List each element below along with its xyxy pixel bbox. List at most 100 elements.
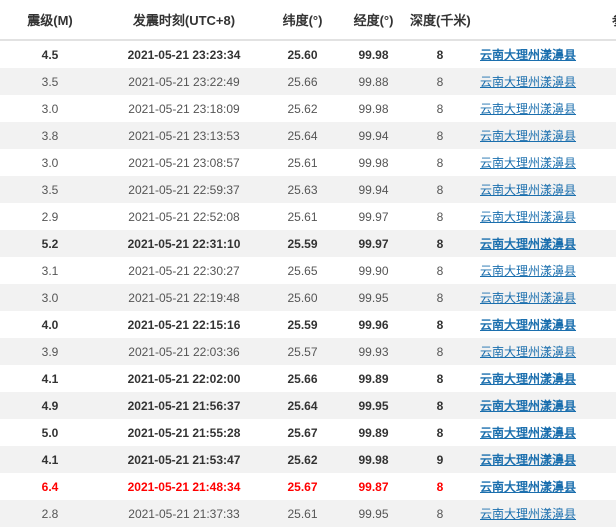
cell-latitude: 25.66 (268, 365, 337, 392)
location-link[interactable]: 云南大理州漾濞县 (480, 264, 576, 278)
cell-magnitude: 3.0 (0, 149, 100, 176)
cell-longitude: 99.89 (337, 365, 410, 392)
cell-location: 云南大理州漾濞县 (470, 284, 594, 311)
cell-location: 云南大理州漾濞县 (470, 68, 594, 95)
cell-longitude: 99.98 (337, 95, 410, 122)
cell-latitude: 25.64 (268, 392, 337, 419)
cell-latitude: 25.66 (268, 68, 337, 95)
table-row: 3.5 2021-05-21 22:59:37 25.63 99.94 8 云南大理州漾濞… (0, 176, 616, 203)
location-link[interactable]: 云南大理州漾濞县 (480, 372, 576, 386)
cell-longitude: 99.93 (337, 338, 410, 365)
cell-time: 2021-05-21 21:48:34 (100, 473, 268, 500)
location-link[interactable]: 云南大理州漾濞县 (480, 291, 576, 305)
cell-latitude: 25.61 (268, 203, 337, 230)
cell-latitude: 25.64 (268, 122, 337, 149)
cell-time: 2021-05-21 23:13:53 (100, 122, 268, 149)
cell-longitude: 99.90 (337, 257, 410, 284)
cell-reference (594, 40, 616, 68)
location-link[interactable]: 云南大理州漾濞县 (480, 507, 576, 521)
cell-time: 2021-05-21 23:22:49 (100, 68, 268, 95)
cell-reference (594, 203, 616, 230)
location-link[interactable]: 云南大理州漾濞县 (480, 183, 576, 197)
cell-magnitude: 5.0 (0, 419, 100, 446)
table-row: 5.0 2021-05-21 21:55:28 25.67 99.89 8 云南大理州漾濞… (0, 419, 616, 446)
header-latitude[interactable]: 纬度(°) (268, 0, 337, 41)
table-row: 3.0 2021-05-21 23:18:09 25.62 99.98 8 云南大理州漾濞… (0, 95, 616, 122)
cell-location: 云南大理州漾濞县 (470, 311, 594, 338)
cell-time: 2021-05-21 22:03:36 (100, 338, 268, 365)
location-link[interactable]: 云南大理州漾濞县 (480, 75, 576, 89)
table-body: 4.5 2021-05-21 23:23:34 25.60 99.98 8 云南大理州漾濞… (0, 40, 616, 527)
cell-longitude: 99.97 (337, 230, 410, 257)
location-link[interactable]: 云南大理州漾濞县 (480, 210, 576, 224)
cell-reference (594, 392, 616, 419)
cell-longitude: 99.88 (337, 68, 410, 95)
cell-longitude: 99.94 (337, 122, 410, 149)
location-link[interactable]: 云南大理州漾濞县 (480, 426, 576, 440)
cell-location: 云南大理州漾濞县 (470, 446, 594, 473)
location-link[interactable]: 云南大理州漾濞县 (480, 453, 576, 467)
cell-magnitude: 4.1 (0, 365, 100, 392)
location-link[interactable]: 云南大理州漾濞县 (480, 345, 576, 359)
header-reference[interactable]: 参考 (594, 0, 616, 41)
cell-reference (594, 419, 616, 446)
cell-depth: 8 (410, 311, 470, 338)
location-link[interactable]: 云南大理州漾濞县 (480, 102, 576, 116)
cell-location: 云南大理州漾濞县 (470, 392, 594, 419)
cell-longitude: 99.98 (337, 40, 410, 68)
cell-location: 云南大理州漾濞县 (470, 230, 594, 257)
header-longitude[interactable]: 经度(°) (337, 0, 410, 41)
location-link[interactable]: 云南大理州漾濞县 (480, 48, 576, 62)
table-row: 2.9 2021-05-21 22:52:08 25.61 99.97 8 云南大理州漾濞… (0, 203, 616, 230)
cell-longitude: 99.97 (337, 203, 410, 230)
location-link[interactable]: 云南大理州漾濞县 (480, 129, 576, 143)
table-row: 4.1 2021-05-21 22:02:00 25.66 99.89 8 云南大理州漾濞… (0, 365, 616, 392)
header-magnitude[interactable]: 震级(M) (0, 0, 100, 41)
table-row: 3.1 2021-05-21 22:30:27 25.65 99.90 8 云南大理州漾濞… (0, 257, 616, 284)
cell-time: 2021-05-21 22:52:08 (100, 203, 268, 230)
cell-latitude: 25.63 (268, 176, 337, 203)
cell-magnitude: 4.0 (0, 311, 100, 338)
cell-reference (594, 95, 616, 122)
location-link[interactable]: 云南大理州漾濞县 (480, 318, 576, 332)
cell-longitude: 99.94 (337, 176, 410, 203)
cell-time: 2021-05-21 23:08:57 (100, 149, 268, 176)
table-header-row: 震级(M) 发震时刻(UTC+8) 纬度(°) 经度(°) 深度(千米) 参考 (0, 0, 616, 41)
location-link[interactable]: 云南大理州漾濞县 (480, 480, 576, 494)
cell-longitude: 99.87 (337, 473, 410, 500)
header-depth[interactable]: 深度(千米) (410, 0, 471, 41)
cell-time: 2021-05-21 22:19:48 (100, 284, 268, 311)
cell-latitude: 25.62 (268, 446, 337, 473)
cell-depth: 8 (410, 284, 470, 311)
cell-time: 2021-05-21 23:23:34 (100, 40, 268, 68)
cell-location: 云南大理州漾濞县 (470, 338, 594, 365)
location-link[interactable]: 云南大理州漾濞县 (480, 237, 576, 251)
cell-longitude: 99.95 (337, 284, 410, 311)
cell-depth: 8 (410, 230, 470, 257)
table-row: 3.8 2021-05-21 23:13:53 25.64 99.94 8 云南大理州漾濞… (0, 122, 616, 149)
cell-time: 2021-05-21 22:30:27 (100, 257, 268, 284)
location-link[interactable]: 云南大理州漾濞县 (480, 399, 576, 413)
cell-reference (594, 284, 616, 311)
cell-time: 2021-05-21 22:59:37 (100, 176, 268, 203)
cell-location: 云南大理州漾濞县 (470, 95, 594, 122)
cell-longitude: 99.89 (337, 419, 410, 446)
cell-magnitude: 3.0 (0, 95, 100, 122)
cell-longitude: 99.98 (337, 149, 410, 176)
cell-depth: 8 (410, 95, 470, 122)
table-row: 3.0 2021-05-21 22:19:48 25.60 99.95 8 云南大理州漾濞… (0, 284, 616, 311)
cell-magnitude: 5.2 (0, 230, 100, 257)
cell-reference (594, 311, 616, 338)
cell-depth: 8 (410, 419, 470, 446)
location-link[interactable]: 云南大理州漾濞县 (480, 156, 576, 170)
cell-longitude: 99.98 (337, 446, 410, 473)
header-time[interactable]: 发震时刻(UTC+8) (100, 0, 268, 41)
cell-location: 云南大理州漾濞县 (470, 176, 594, 203)
cell-depth: 8 (410, 68, 470, 95)
table-row: 3.0 2021-05-21 23:08:57 25.61 99.98 8 云南大理州漾濞… (0, 149, 616, 176)
cell-depth: 9 (410, 446, 470, 473)
cell-latitude: 25.60 (268, 284, 337, 311)
cell-time: 2021-05-21 22:15:16 (100, 311, 268, 338)
cell-magnitude: 4.1 (0, 446, 100, 473)
cell-magnitude: 3.8 (0, 122, 100, 149)
